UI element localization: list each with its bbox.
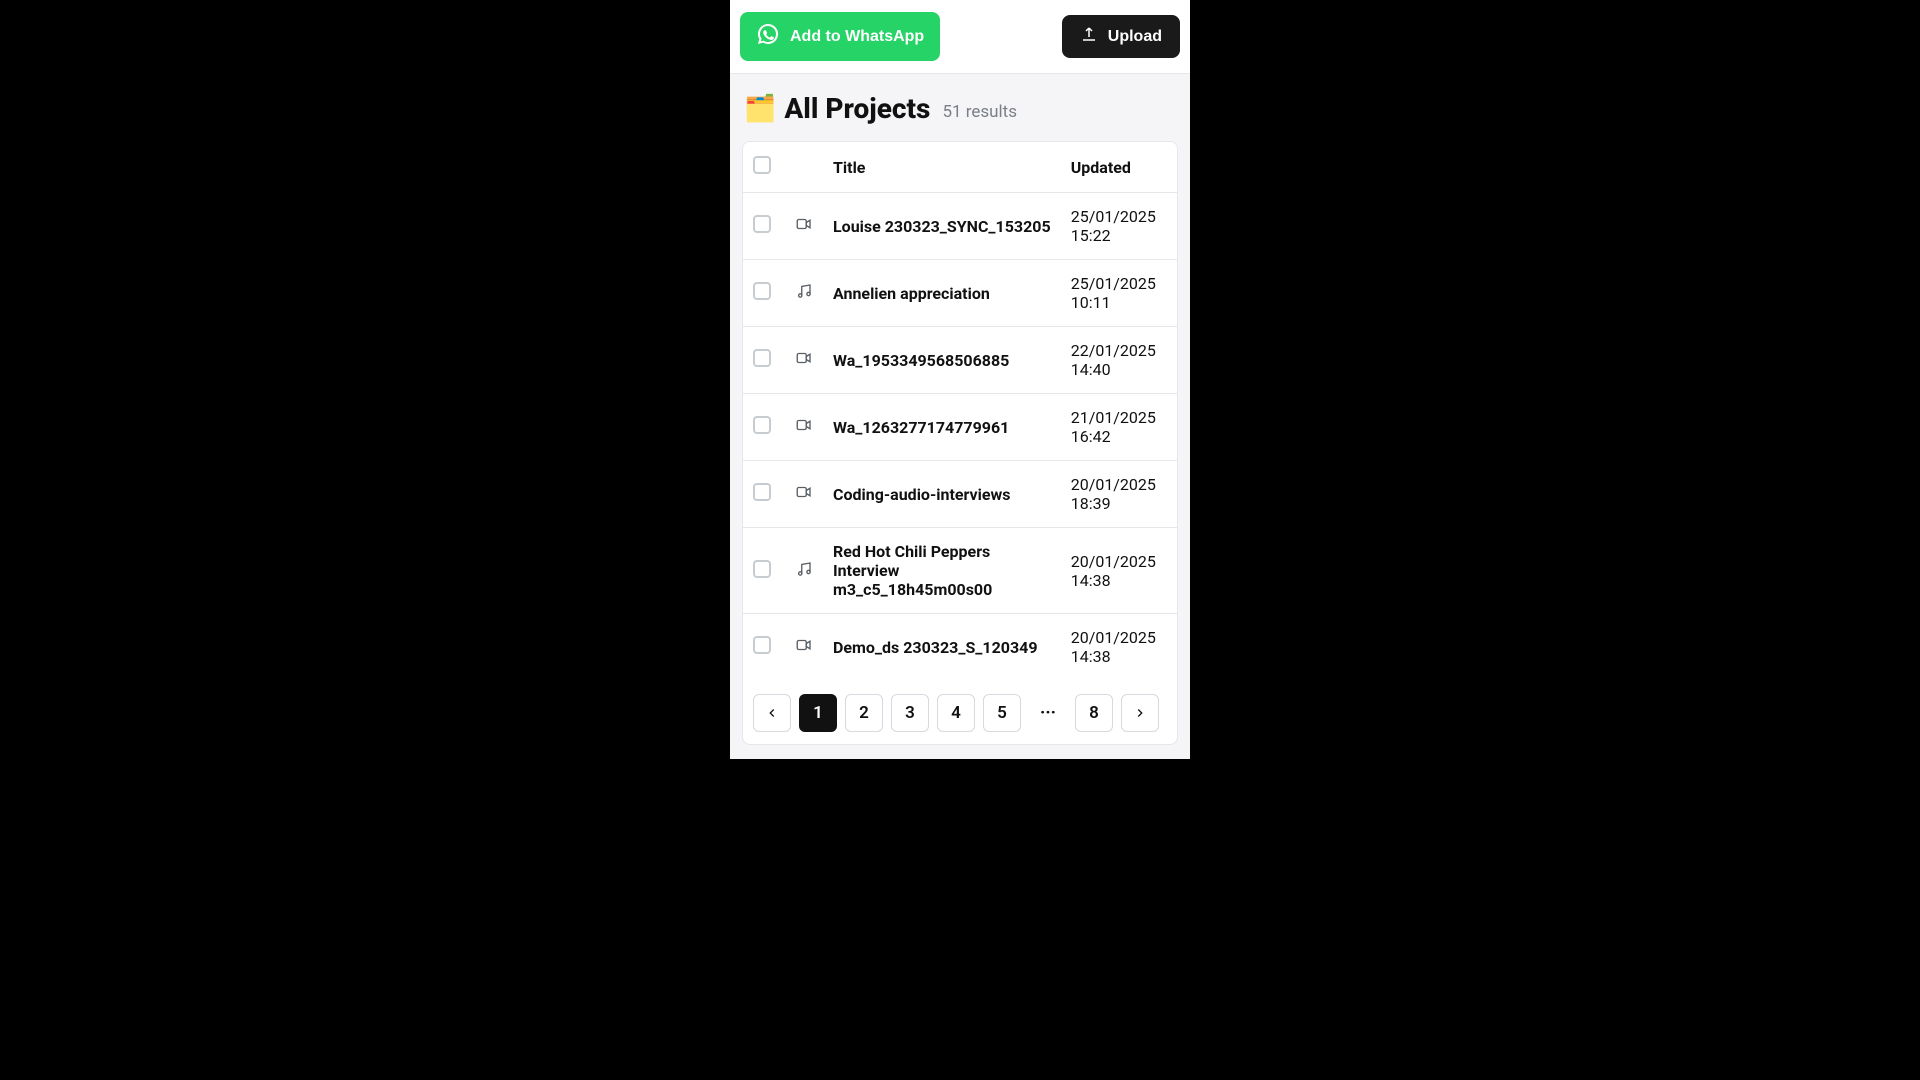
- row-updated: 25/01/202515:22: [1061, 193, 1177, 260]
- video-icon: [795, 419, 813, 438]
- row-checkbox[interactable]: [753, 215, 771, 233]
- row-updated: 20/01/202514:38: [1061, 528, 1177, 614]
- row-updated: 25/01/202510:11: [1061, 260, 1177, 327]
- page-5-button[interactable]: 5: [983, 694, 1021, 732]
- row-checkbox[interactable]: [753, 636, 771, 654]
- row-updated: 20/01/202514:38: [1061, 614, 1177, 681]
- row-checkbox[interactable]: [753, 560, 771, 578]
- row-title: Wa_1263277174779961: [823, 394, 1061, 461]
- video-icon: [795, 218, 813, 237]
- row-title: Demo_ds 230323_S_120349: [823, 614, 1061, 681]
- column-header-title[interactable]: Title: [823, 142, 1061, 193]
- row-title: Wa_1953349568506885: [823, 327, 1061, 394]
- table-row[interactable]: Wa_126327717477996121/01/202516:42: [743, 394, 1177, 461]
- video-icon: [795, 639, 813, 658]
- row-title: Louise 230323_SYNC_153205: [823, 193, 1061, 260]
- upload-button-label: Upload: [1108, 28, 1162, 46]
- app-frame: Add to WhatsApp Upload 🗂️ All Projects 5…: [730, 0, 1190, 759]
- video-icon: [795, 486, 813, 505]
- row-updated: 20/01/202518:39: [1061, 461, 1177, 528]
- row-checkbox[interactable]: [753, 349, 771, 367]
- content: 🗂️ All Projects 51 results Title Updated: [730, 74, 1190, 759]
- column-header-updated[interactable]: Updated: [1061, 142, 1177, 193]
- page-2-button[interactable]: 2: [845, 694, 883, 732]
- row-checkbox[interactable]: [753, 282, 771, 300]
- row-updated: 22/01/202514:40: [1061, 327, 1177, 394]
- table-row[interactable]: Annelien appreciation25/01/202510:11: [743, 260, 1177, 327]
- page-title: 🗂️ All Projects: [744, 92, 930, 125]
- row-title: Coding-audio-interviews: [823, 461, 1061, 528]
- page-3-button[interactable]: 3: [891, 694, 929, 732]
- row-title: Annelien appreciation: [823, 260, 1061, 327]
- page-prev-button[interactable]: [753, 694, 791, 732]
- page-8-button[interactable]: 8: [1075, 694, 1113, 732]
- whatsapp-button-label: Add to WhatsApp: [790, 28, 924, 46]
- upload-button[interactable]: Upload: [1062, 15, 1180, 58]
- table-row[interactable]: Wa_195334956850688522/01/202514:40: [743, 327, 1177, 394]
- page-4-button[interactable]: 4: [937, 694, 975, 732]
- pagination: 12345···8: [743, 680, 1177, 744]
- whatsapp-icon: [756, 22, 780, 51]
- select-all-checkbox[interactable]: [753, 156, 771, 174]
- page-title-text: All Projects: [784, 92, 930, 125]
- row-checkbox[interactable]: [753, 416, 771, 434]
- video-icon: [795, 352, 813, 371]
- row-updated: 21/01/202516:42: [1061, 394, 1177, 461]
- heading-row: 🗂️ All Projects 51 results: [742, 92, 1178, 125]
- toolbar: Add to WhatsApp Upload: [730, 0, 1190, 74]
- table-row[interactable]: Coding-audio-interviews20/01/202518:39: [743, 461, 1177, 528]
- table-row[interactable]: Louise 230323_SYNC_15320525/01/202515:22: [743, 193, 1177, 260]
- add-to-whatsapp-button[interactable]: Add to WhatsApp: [740, 12, 940, 61]
- projects-table-card: Title Updated Louise 230323_SYNC_1532052…: [742, 141, 1178, 745]
- audio-icon: [795, 285, 813, 304]
- page-ellipsis: ···: [1029, 694, 1067, 732]
- folder-icon: 🗂️: [744, 96, 776, 122]
- row-title: Red Hot Chili Peppers Interview m3_c5_18…: [823, 528, 1061, 614]
- row-checkbox[interactable]: [753, 483, 771, 501]
- page-1-button[interactable]: 1: [799, 694, 837, 732]
- table-row[interactable]: Red Hot Chili Peppers Interview m3_c5_18…: [743, 528, 1177, 614]
- audio-icon: [795, 563, 813, 582]
- projects-table: Title Updated Louise 230323_SYNC_1532052…: [743, 142, 1177, 680]
- page-next-button[interactable]: [1121, 694, 1159, 732]
- results-count: 51 results: [942, 102, 1017, 122]
- upload-icon: [1080, 25, 1098, 48]
- table-row[interactable]: Demo_ds 230323_S_12034920/01/202514:38: [743, 614, 1177, 681]
